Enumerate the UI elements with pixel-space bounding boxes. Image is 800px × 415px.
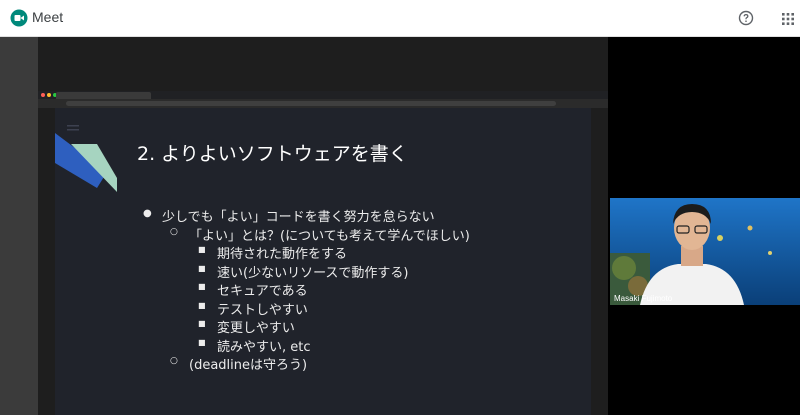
bullet-text: 変更しやすい xyxy=(217,321,295,336)
bullet-marker: ■ xyxy=(198,282,206,291)
apps-grid-icon[interactable] xyxy=(781,12,795,26)
minimize-dot-icon xyxy=(47,93,51,97)
bullet-marker: ■ xyxy=(198,300,206,310)
browser-tab-strip xyxy=(38,91,608,99)
participant-video-feed xyxy=(610,198,800,305)
bullet-text: 少しでも「よい」コードを書く努力を怠らない xyxy=(162,210,435,225)
browser-url-bar xyxy=(66,101,556,106)
bullet-marker: ● xyxy=(143,208,152,219)
presentation-slide: 2. よりよいソフトウェアを書く ● 少しでも「よい」コードを書く努力を怠らない ○… xyxy=(55,108,591,415)
slide-corner-decoration xyxy=(55,125,117,192)
bullet-text: 速い(少ないリソースで動作する) xyxy=(217,265,409,281)
bullet-marker: ■ xyxy=(198,319,206,328)
left-strip xyxy=(0,37,38,415)
bullet-marker: ■ xyxy=(198,263,206,273)
browser-tab xyxy=(56,92,151,99)
bullet-text: (deadlineは守ろう) xyxy=(189,358,308,373)
app-title: Meet xyxy=(32,9,64,25)
bullet-text: 読みやすい, etc xyxy=(217,339,311,355)
bullet-marker: ■ xyxy=(198,337,206,347)
bullet-text: 「よい」とは？(についても考えて学んでほしい) xyxy=(189,228,470,244)
help-circle-icon[interactable] xyxy=(738,10,754,26)
bullet-marker: ■ xyxy=(198,245,206,254)
participant-video-tile[interactable] xyxy=(610,198,800,305)
bullet-marker: ○ xyxy=(170,356,178,366)
bullet-text: セキュアである xyxy=(217,284,308,299)
close-dot-icon xyxy=(41,93,45,97)
slide-title: 2. よりよいソフトウェアを書く xyxy=(137,143,408,165)
bullet-text: テストしやすい xyxy=(217,302,308,318)
meet-logo-icon xyxy=(10,9,28,27)
bullet-marker: ○ xyxy=(170,226,178,237)
top-bar: Meet xyxy=(0,0,800,37)
shared-browser-toolbar xyxy=(38,91,608,108)
participant-name-label: Masaki Fujimoto xyxy=(614,294,673,303)
bullet-text: 期待された動作をする xyxy=(217,247,348,262)
